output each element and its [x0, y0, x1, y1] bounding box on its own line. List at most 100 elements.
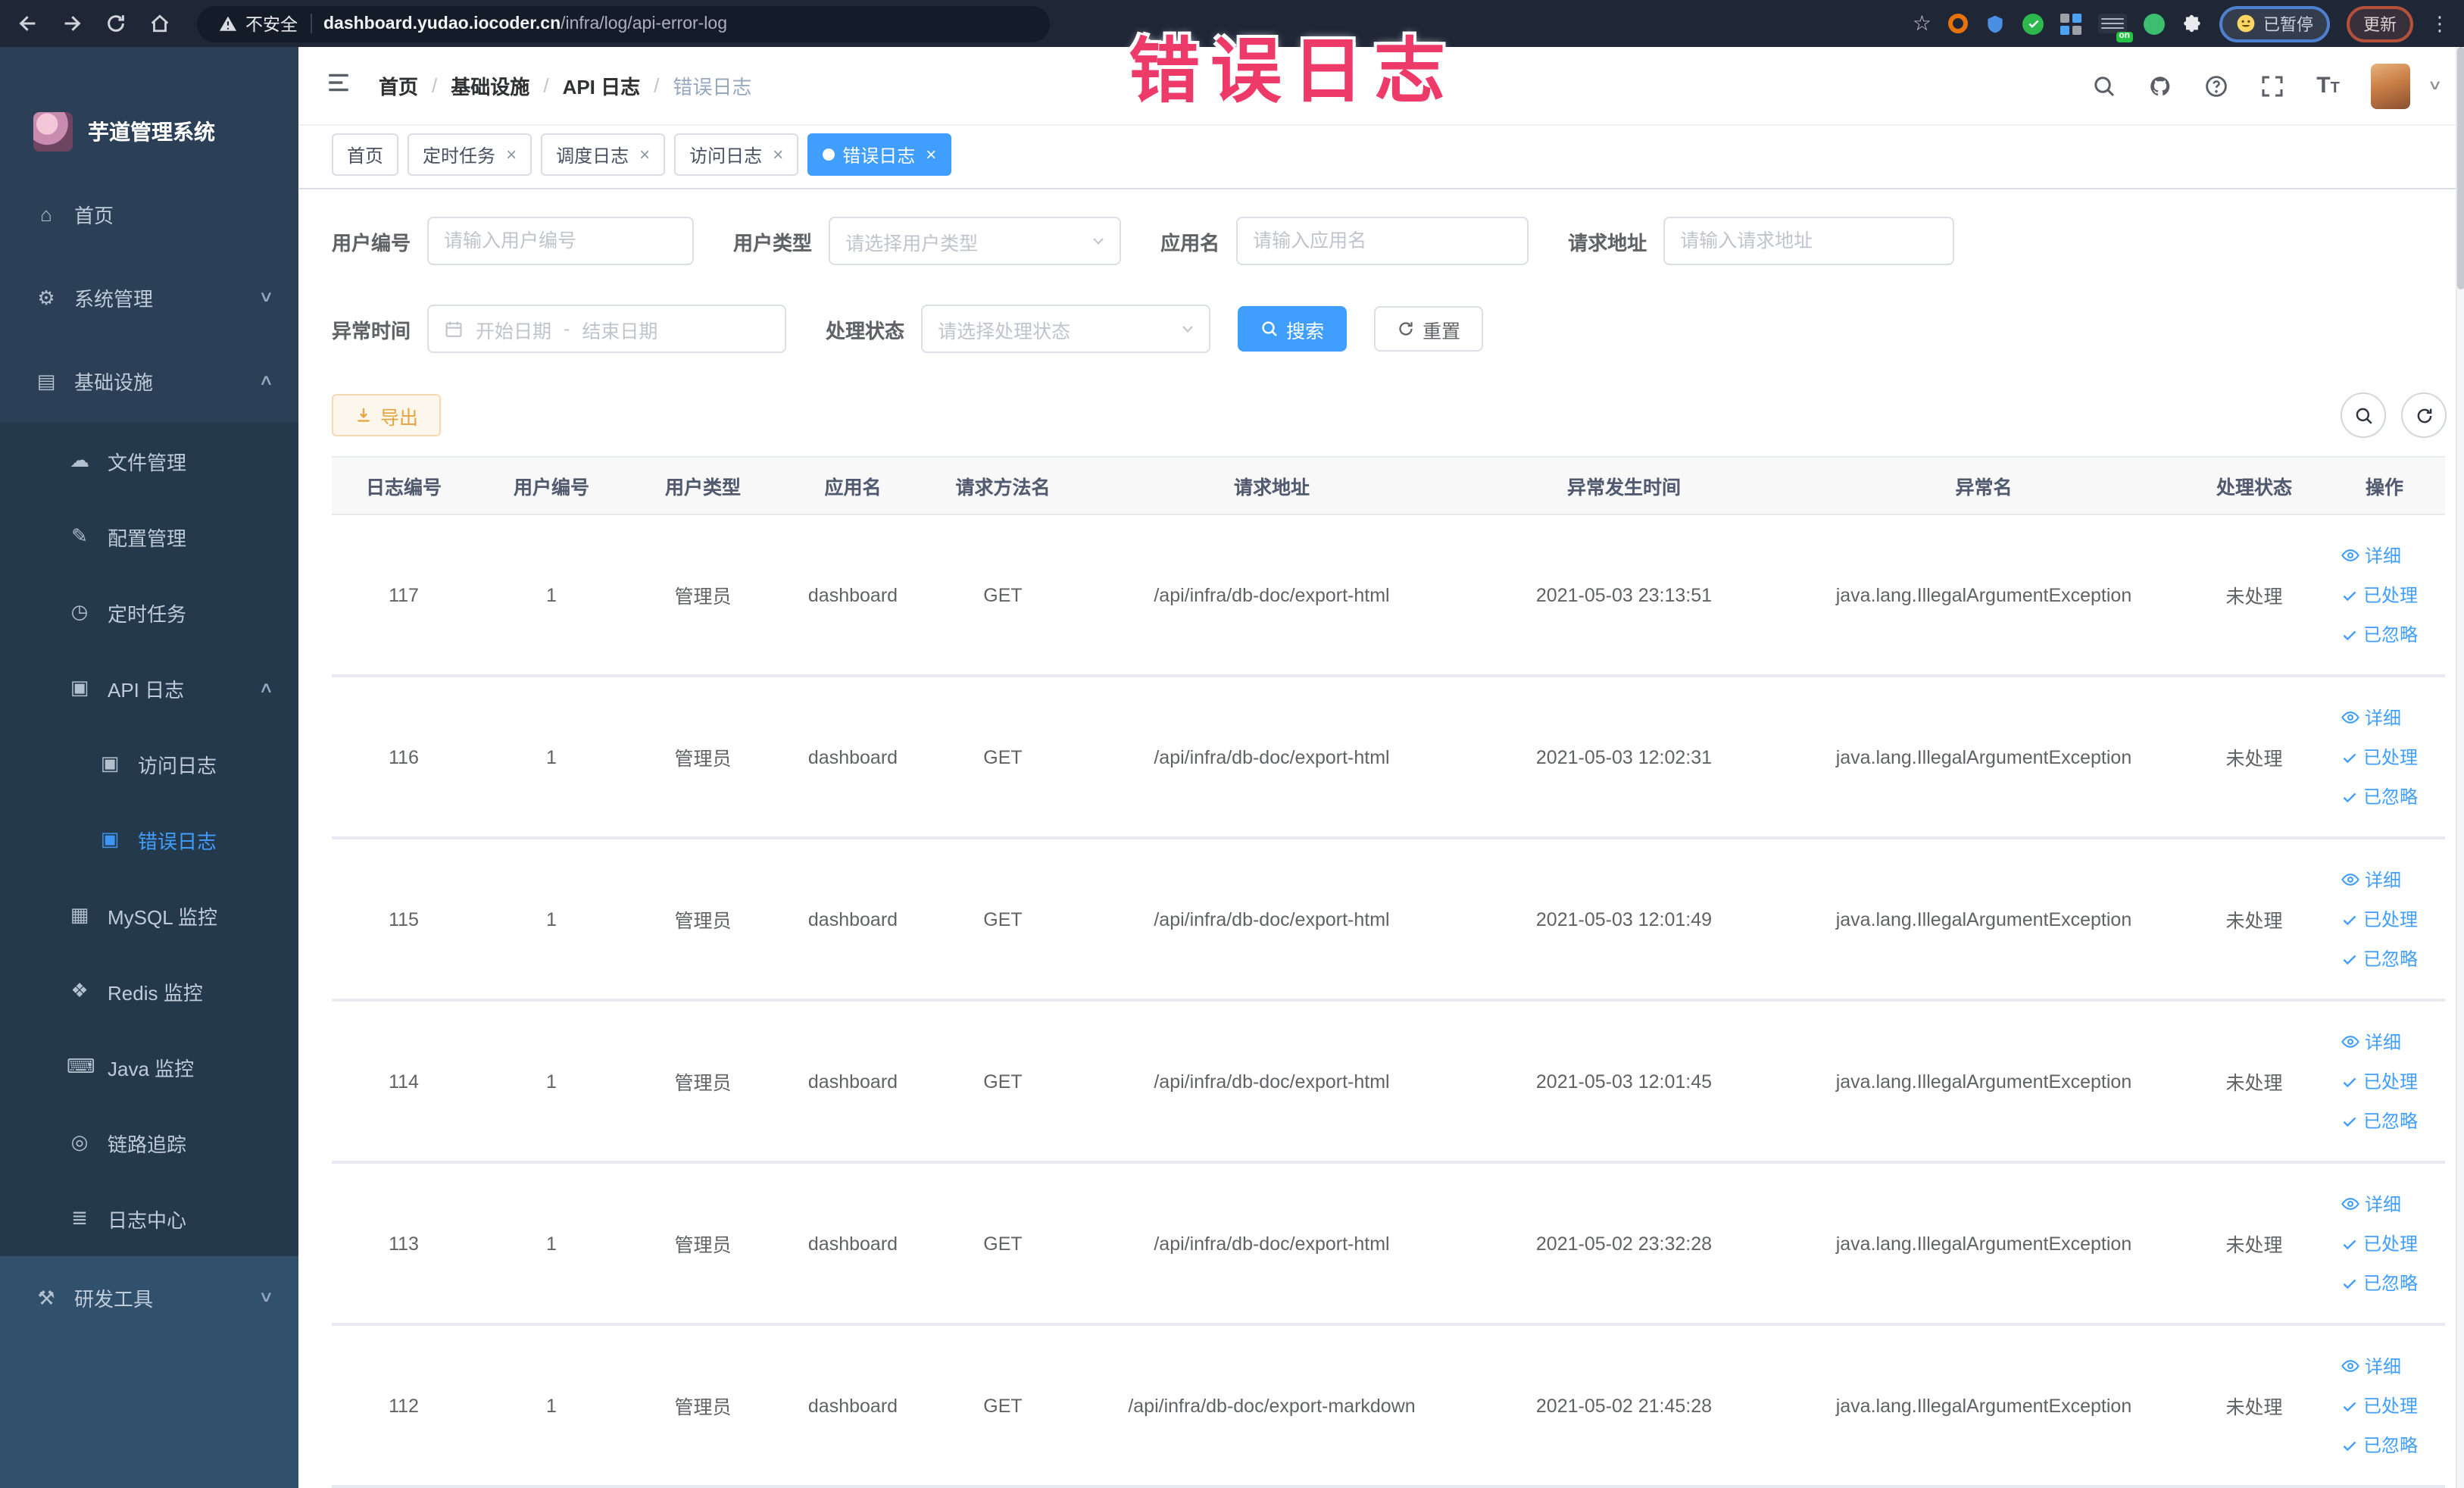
breadcrumb-item[interactable]: 基础设施	[451, 71, 529, 100]
sidebar-item-infra[interactable]: ▤ 基础设施 ∧	[0, 339, 298, 423]
trace-icon: ◎	[70, 1130, 89, 1153]
sidebar-item-mysql[interactable]: ▦ MySQL 监控	[0, 877, 298, 953]
url-cell: /api/infra/db-doc/export-html	[1079, 514, 1465, 677]
security-warning[interactable]: 不安全	[218, 11, 298, 36]
sidebar-item-file[interactable]: ☁ 文件管理	[0, 423, 298, 499]
close-icon[interactable]: ×	[639, 145, 650, 166]
sidebar-item-cron[interactable]: ◷ 定时任务	[0, 574, 298, 650]
browser-menu-icon[interactable]: ⋮	[2430, 11, 2450, 36]
browser-reload-icon[interactable]	[103, 11, 127, 36]
reset-button[interactable]: 重置	[1374, 306, 1484, 352]
action-eye-link[interactable]: 详细	[2341, 542, 2401, 568]
close-icon[interactable]: ×	[506, 145, 517, 166]
user-id-input[interactable]	[427, 217, 695, 265]
column-header: 操作	[2324, 456, 2445, 515]
action-eye-link[interactable]: 详细	[2341, 1191, 2401, 1217]
export-button[interactable]: 导出	[332, 394, 442, 436]
exception-cell: java.lang.IllegalArgumentException	[1783, 1324, 2184, 1488]
ext-check-icon[interactable]	[2022, 13, 2044, 34]
sidebar-item-gear[interactable]: ⚙ 系统管理 ∨	[0, 256, 298, 339]
search-icon[interactable]	[2092, 73, 2116, 98]
main-area: 首页 / 基础设施 / API 日志 / 错误日志 TT ∨ 首页 定时任务 × 调度日志 × 访问日…	[298, 47, 2464, 1488]
github-icon[interactable]	[2148, 73, 2172, 98]
sidebar-item-apilog[interactable]: ▣ API 日志 ∧	[0, 650, 298, 726]
app-logo[interactable]: 芋道管理系统	[0, 47, 298, 156]
page-scrollbar[interactable]	[2456, 47, 2464, 1488]
sidebar-item-trace[interactable]: ◎ 链路追踪	[0, 1105, 298, 1180]
request-url-label: 请求地址	[1568, 231, 1647, 254]
chevron-up-icon: ∧	[258, 680, 273, 696]
address-bar[interactable]: 不安全 dashboard.yudao.iocoder.cn/infra/log…	[197, 5, 1050, 42]
app-name-input[interactable]	[1236, 217, 1529, 265]
action-eye-link[interactable]: 详细	[2341, 1353, 2401, 1379]
sidebar-item-home[interactable]: ⌂ 首页	[0, 173, 298, 256]
close-icon[interactable]: ×	[926, 145, 936, 166]
method-cell: GET	[927, 1000, 1079, 1164]
close-icon[interactable]: ×	[773, 145, 783, 166]
sidebar-item-config[interactable]: ✎ 配置管理	[0, 499, 298, 574]
action-eye-link[interactable]: 详细	[2341, 705, 2401, 730]
view-tab[interactable]: 访问日志 ×	[674, 133, 799, 177]
action-check-link[interactable]: 已处理	[2341, 744, 2418, 770]
extensions-puzzle-icon[interactable]	[2181, 13, 2203, 34]
bookmark-star-icon[interactable]: ☆	[1913, 11, 1932, 36]
action-check-link[interactable]: 已处理	[2341, 1068, 2418, 1094]
ext-leaf-icon[interactable]	[2144, 13, 2165, 34]
sidebar: 芋道管理系统 ⌂ 首页 ⚙ 系统管理 ∨ ▤ 基础设施 ∧ ☁ 文件管理 ✎ 配置管理 ◷ 定时任务 ▣ AP…	[0, 47, 298, 1488]
sidebar-item-java[interactable]: ⌨ Java 监控	[0, 1029, 298, 1105]
avatar-caret-icon[interactable]: ∨	[2428, 77, 2444, 94]
ext-list-icon[interactable]: on	[2098, 14, 2133, 42]
annotation-error-log: 错误日志	[1129, 30, 1456, 111]
view-tab[interactable]: 首页	[332, 133, 399, 177]
action-check-link[interactable]: 已忽略	[2341, 946, 2418, 971]
browser-forward-icon[interactable]	[59, 11, 83, 36]
view-tab[interactable]: 定时任务 ×	[408, 133, 532, 177]
hamburger-icon[interactable]	[326, 69, 351, 102]
ext-grid-icon[interactable]	[2060, 13, 2081, 34]
action-check-link[interactable]: 已处理	[2341, 1230, 2418, 1256]
refresh-icon	[1399, 322, 1413, 336]
config-icon: ✎	[71, 524, 88, 547]
action-check-link[interactable]: 已忽略	[2341, 783, 2418, 809]
action-check-link[interactable]: 已忽略	[2341, 621, 2418, 647]
fullscreen-icon[interactable]	[2260, 73, 2284, 98]
column-header: 异常名	[1783, 456, 2184, 515]
url-cell: /api/infra/db-doc/export-html	[1079, 1162, 1465, 1326]
font-size-icon[interactable]: TT	[2316, 74, 2340, 97]
sidebar-item-logcenter[interactable]: ≣ 日志中心	[0, 1180, 298, 1256]
breadcrumb-item[interactable]: API 日志	[563, 71, 641, 100]
action-check-link[interactable]: 已忽略	[2341, 1108, 2418, 1133]
url-cell: /api/infra/db-doc/export-html	[1079, 1000, 1465, 1164]
paused-profile-badge[interactable]: 已暂停	[2219, 5, 2330, 42]
exception-cell: java.lang.IllegalArgumentException	[1783, 1162, 2184, 1326]
help-icon[interactable]	[2204, 73, 2228, 98]
action-check-link[interactable]: 已忽略	[2341, 1270, 2418, 1296]
refresh-table-button[interactable]	[2401, 392, 2447, 438]
process-status-select[interactable]: 请选择处理状态	[921, 305, 1211, 353]
action-check-link[interactable]: 已处理	[2341, 1393, 2418, 1418]
action-eye-link[interactable]: 详细	[2341, 1029, 2401, 1055]
sidebar-item-accesslog[interactable]: ▣ 访问日志	[0, 726, 298, 802]
toggle-search-button[interactable]	[2341, 392, 2386, 438]
exception-time-range-picker[interactable]: 开始日期 - 结束日期	[427, 305, 787, 353]
breadcrumb-item[interactable]: 首页	[379, 71, 418, 100]
action-check-link[interactable]: 已处理	[2341, 582, 2418, 608]
update-button[interactable]: 更新	[2347, 5, 2413, 42]
ext-orange-icon[interactable]	[1948, 14, 1968, 33]
sidebar-item-errorlog[interactable]: ▣ 错误日志	[0, 802, 298, 877]
browser-back-icon[interactable]	[15, 11, 39, 36]
action-check-link[interactable]: 已处理	[2341, 906, 2418, 932]
ext-shield-icon[interactable]	[1985, 13, 2006, 34]
view-tab[interactable]: 错误日志 ×	[807, 133, 952, 177]
sidebar-item-redis[interactable]: ❖ Redis 监控	[0, 953, 298, 1029]
browser-home-icon[interactable]	[147, 11, 171, 36]
user-type-select[interactable]: 请选择用户类型	[829, 217, 1122, 265]
search-button[interactable]: 搜索	[1238, 306, 1348, 352]
user-avatar[interactable]	[2371, 63, 2411, 109]
action-eye-link[interactable]: 详细	[2341, 867, 2401, 892]
sidebar-item-tools[interactable]: ⚒ 研发工具 ∨	[0, 1256, 298, 1340]
action-check-link[interactable]: 已忽略	[2341, 1432, 2418, 1458]
sidebar-item-label: 日志中心	[108, 1208, 187, 1231]
view-tab[interactable]: 调度日志 ×	[541, 133, 666, 177]
request-url-input[interactable]	[1663, 217, 1955, 265]
